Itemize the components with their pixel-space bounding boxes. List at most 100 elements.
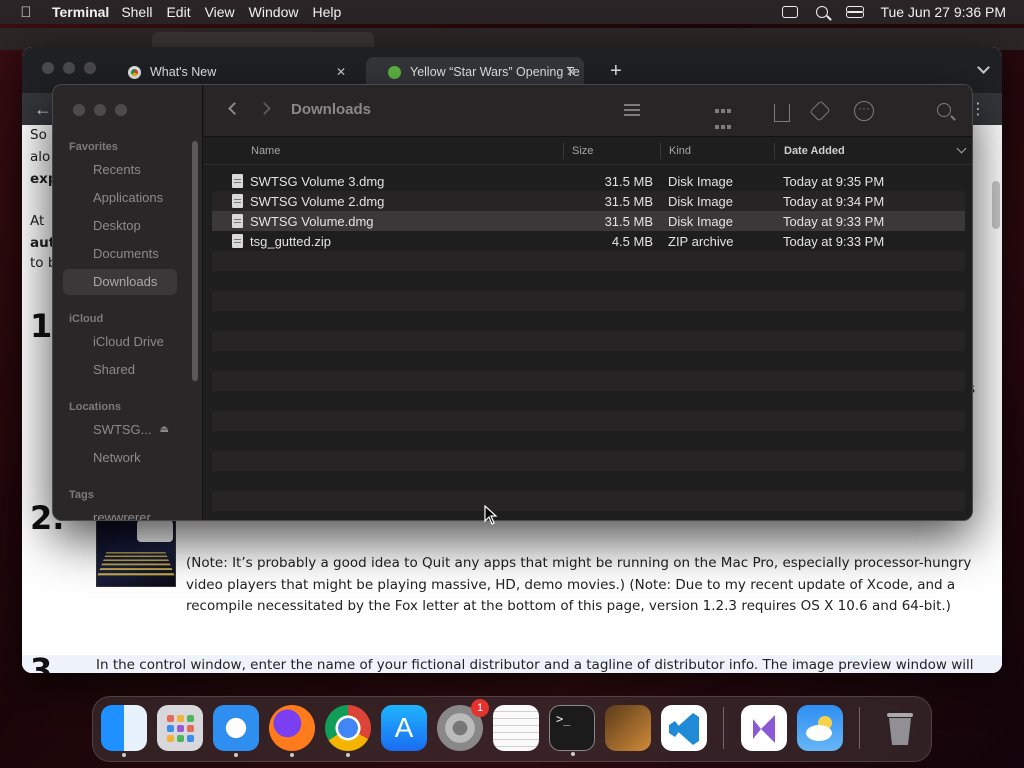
sort-chevron-icon[interactable] — [956, 143, 967, 154]
weather-cloud-graphic — [806, 716, 832, 741]
file-name: SWTSG Volume 2.dmg — [250, 194, 385, 209]
sidebar-item-tag[interactable]: rewwrerer — [63, 505, 177, 520]
file-row[interactable]: tsg_gutted.zip 4.5 MB ZIP archive Today … — [212, 231, 965, 251]
file-name: tsg_gutted.zip — [250, 234, 331, 249]
sidebar-item-swtsg-volume[interactable]: SWTSG... ⏏ — [63, 417, 177, 443]
file-list: SWTSG Volume 3.dmg 31.5 MB Disk Image To… — [212, 171, 965, 520]
column-divider[interactable] — [563, 143, 564, 159]
share-icon[interactable] — [774, 104, 790, 122]
minimize-window-button[interactable] — [63, 62, 75, 74]
file-date: Today at 9:33 PM — [783, 214, 885, 229]
file-row[interactable]: SWTSG Volume 2.dmg 31.5 MB Disk Image To… — [212, 191, 965, 211]
menu-clock[interactable]: Tue Jun 27 9:36 PM — [880, 4, 1006, 20]
browser-tab-star-wars[interactable]: Yellow “Star Wars” Opening Te ✕ — [366, 57, 584, 87]
forward-chevron-icon[interactable] — [258, 102, 271, 115]
empty-row — [212, 271, 965, 291]
app-store-icon[interactable]: A — [381, 705, 427, 751]
crawl-text-graphic — [97, 550, 175, 576]
apple-logo-icon[interactable]:  — [0, 4, 52, 21]
finder-window-controls — [73, 104, 127, 116]
weather-icon[interactable] — [797, 705, 843, 751]
tab-search-chevron-icon[interactable] — [977, 61, 990, 74]
running-indicator — [290, 753, 294, 757]
sidebar-section-locations: Locations — [69, 401, 121, 413]
menu-edit[interactable]: Edit — [166, 4, 202, 20]
launchpad-icon[interactable] — [157, 705, 203, 751]
file-row[interactable]: SWTSG Volume 3.dmg 31.5 MB Disk Image To… — [212, 171, 965, 191]
firefox-icon[interactable] — [269, 705, 315, 757]
file-size: 31.5 MB — [604, 214, 653, 229]
tag-icon[interactable] — [809, 100, 831, 122]
file-row-selected[interactable]: SWTSG Volume.dmg 31.5 MB Disk Image Toda… — [212, 211, 965, 231]
menu-view[interactable]: View — [205, 4, 247, 20]
page-scrollbar[interactable] — [992, 181, 1000, 229]
back-chevron-icon[interactable] — [228, 102, 241, 115]
group-by-icon[interactable] — [714, 101, 754, 129]
back-arrow-icon[interactable]: ← — [34, 99, 52, 120]
sidebar-section-tags: Tags — [69, 489, 94, 501]
document-icon — [232, 194, 243, 208]
menu-app-name[interactable]: Terminal — [52, 4, 109, 20]
menu-window[interactable]: Window — [249, 4, 311, 20]
speech-bubble-icon — [137, 520, 173, 542]
menu-help[interactable]: Help — [312, 4, 353, 20]
sidebar-item-applications[interactable]: Applications — [63, 185, 177, 211]
sidebar-item-shared[interactable]: Shared — [63, 357, 177, 383]
minimize-window-button[interactable] — [94, 104, 106, 116]
list-view-icon[interactable] — [624, 101, 660, 121]
sidebar-item-network[interactable]: Network — [63, 445, 177, 471]
column-divider[interactable] — [774, 143, 775, 159]
terminal-icon[interactable]: >_ — [549, 705, 595, 756]
spotlight-search-icon[interactable] — [816, 6, 829, 18]
file-name: SWTSG Volume.dmg — [250, 214, 374, 229]
column-header-kind[interactable]: Kind — [669, 145, 691, 157]
search-icon[interactable] — [937, 103, 951, 117]
close-window-button[interactable] — [42, 62, 54, 74]
empty-row — [212, 411, 965, 431]
sidebar-scrollbar[interactable] — [192, 141, 198, 381]
garageband-icon[interactable] — [605, 705, 651, 751]
control-center-icon[interactable] — [846, 6, 865, 18]
sidebar-item-recents[interactable]: Recents — [63, 157, 177, 183]
sidebar-item-icloud-drive[interactable]: iCloud Drive — [63, 329, 177, 355]
tab-title: What's New — [150, 65, 217, 79]
sidebar-item-label: SWTSG... — [93, 422, 152, 437]
finder-icon[interactable] — [101, 705, 147, 757]
zoom-window-button[interactable] — [84, 62, 96, 74]
close-window-button[interactable] — [73, 104, 85, 116]
textedit-icon[interactable] — [493, 705, 539, 751]
zoom-window-button[interactable] — [115, 104, 127, 116]
column-header-date-added[interactable]: Date Added — [784, 145, 845, 157]
screen-mirroring-icon[interactable] — [782, 6, 799, 18]
column-header-size[interactable]: Size — [572, 145, 593, 157]
file-kind: ZIP archive — [668, 234, 734, 249]
file-kind: Disk Image — [668, 194, 734, 209]
chrome-icon[interactable] — [325, 705, 371, 757]
sidebar-item-downloads[interactable]: Downloads — [63, 269, 177, 295]
tab-title: Yellow “Star Wars” Opening Te — [410, 65, 580, 79]
eject-icon[interactable]: ⏏ — [160, 417, 169, 443]
close-tab-icon[interactable]: ✕ — [336, 65, 346, 79]
dock-separator — [859, 707, 860, 749]
column-header-name[interactable]: Name — [251, 145, 280, 157]
column-divider[interactable] — [660, 143, 661, 159]
system-settings-icon[interactable]: 1 — [437, 699, 489, 751]
menu-shell[interactable]: Shell — [121, 4, 164, 20]
safari-icon[interactable] — [213, 705, 259, 757]
trash-icon[interactable] — [877, 705, 923, 751]
dock-separator — [723, 707, 724, 749]
star-wars-crawl-thumbnail — [96, 517, 176, 587]
more-actions-icon[interactable]: ··· — [854, 101, 874, 121]
browser-tab-whats-new[interactable]: What's New ✕ — [128, 59, 346, 85]
vscode-icon[interactable] — [661, 705, 707, 751]
new-tab-icon[interactable]: + — [610, 60, 622, 83]
close-tab-icon[interactable]: ✕ — [566, 65, 576, 79]
menu-extras: Tue Jun 27 9:36 PM — [782, 0, 1006, 24]
file-kind: Disk Image — [668, 214, 734, 229]
empty-row — [212, 511, 965, 520]
sidebar-item-desktop[interactable]: Desktop — [63, 213, 177, 239]
visual-studio-icon[interactable] — [741, 705, 787, 751]
vscode-logo-graphic — [669, 713, 699, 745]
sidebar-item-documents[interactable]: Documents — [63, 241, 177, 267]
file-date: Today at 9:33 PM — [783, 234, 885, 249]
